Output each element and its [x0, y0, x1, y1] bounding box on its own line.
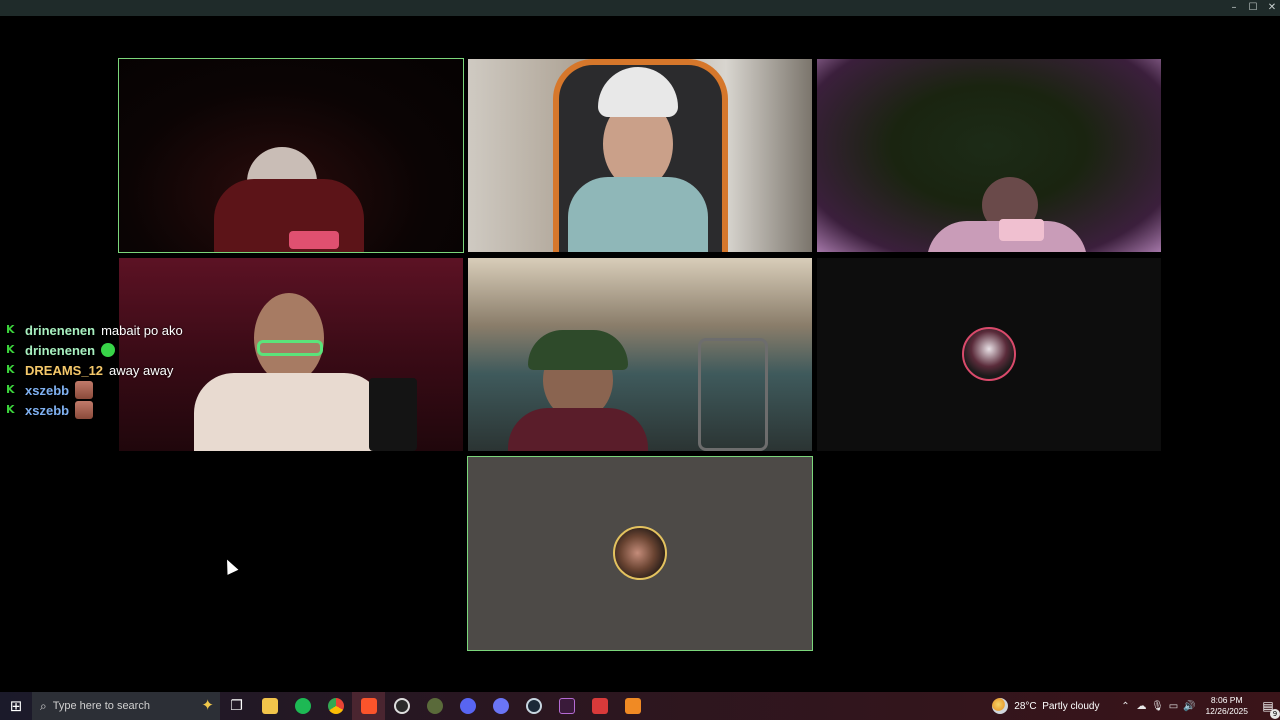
task-view-icon[interactable]: ❐	[220, 692, 253, 720]
vpn-icon[interactable]	[583, 692, 616, 720]
discord-icon[interactable]	[484, 692, 517, 720]
kick-badge-icon: K	[6, 323, 15, 336]
kick-badge-icon: K	[6, 403, 15, 416]
spotify-icon[interactable]	[286, 692, 319, 720]
avatar-tile[interactable]	[817, 258, 1161, 451]
kick-badge-icon: K	[6, 363, 15, 376]
notification-badge: 9	[1270, 709, 1280, 719]
weather-desc: Partly cloudy	[1042, 700, 1100, 712]
chat-message: K xszebb	[6, 380, 183, 400]
glasses	[257, 340, 323, 356]
file-explorer-icon[interactable]	[253, 692, 286, 720]
video-tile[interactable]	[118, 58, 464, 253]
steam-icon[interactable]	[517, 692, 550, 720]
chevron-up-icon[interactable]: ⌃	[1117, 701, 1133, 712]
close-icon[interactable]: ✕	[1262, 0, 1280, 16]
search-placeholder: Type here to search	[52, 700, 150, 712]
mic-arm	[698, 338, 768, 451]
chat-username[interactable]: drinenenen	[25, 323, 95, 338]
kick-badge-icon: K	[6, 383, 15, 396]
face-emote-icon	[75, 381, 94, 399]
microphone	[369, 378, 417, 451]
weather-widget[interactable]: 28°C Partly cloudy	[1014, 701, 1099, 712]
chat-message: K drinenenen	[6, 340, 183, 360]
participant-body	[508, 408, 648, 451]
kick-badge-icon: K	[6, 343, 15, 356]
chat-message: K DREAMS_12 away away	[6, 360, 183, 380]
weather-temp: 28°C	[1014, 700, 1037, 712]
app-icon[interactable]	[418, 692, 451, 720]
discord-ptb-icon[interactable]	[451, 692, 484, 720]
video-tile[interactable]	[468, 258, 812, 451]
search-icon: ⌕	[40, 698, 47, 713]
mouse-cursor-icon	[221, 557, 239, 575]
participant-body	[194, 373, 384, 451]
chat-overlay: K drinenenen mabait po ako K drinenenen …	[6, 320, 183, 420]
windows-start-icon[interactable]: ⊞	[0, 692, 32, 720]
chat-username[interactable]: DREAMS_12	[25, 363, 103, 378]
network-icon[interactable]: ▭	[1165, 701, 1181, 712]
system-tray: 28°C Partly cloudy ⌃ ☁ 🎙 ▭ 🔊 8:06 PM 12/…	[992, 692, 1280, 720]
video-tile[interactable]	[468, 59, 812, 252]
clock[interactable]: 8:06 PM 12/26/2025	[1205, 695, 1248, 717]
chat-text: away away	[109, 362, 174, 378]
participant-avatar	[613, 526, 667, 580]
microphone-icon[interactable]: 🎙	[1149, 701, 1165, 712]
participant-head	[254, 293, 324, 383]
sparkle-icon[interactable]: ✦	[201, 696, 214, 714]
chat-message: K xszebb	[6, 400, 183, 420]
pdf-icon[interactable]	[616, 692, 649, 720]
microphone	[289, 231, 339, 249]
participant-avatar	[962, 327, 1016, 381]
chat-message: K drinenenen mabait po ako	[6, 320, 183, 340]
taskbar: ⊞ ⌕ Type here to search ✦ ❐ 28°C Partly …	[0, 692, 1280, 720]
search-box[interactable]: ⌕ Type here to search ✦	[32, 692, 220, 720]
chat-username[interactable]: drinenenen	[25, 343, 95, 358]
clock-time: 8:06 PM	[1210, 695, 1243, 705]
video-tile[interactable]	[817, 59, 1161, 252]
green-emote-icon	[101, 343, 116, 357]
chrome-icon[interactable]	[319, 692, 352, 720]
brave-icon[interactable]	[352, 692, 385, 720]
chat-username[interactable]: xszebb	[25, 403, 69, 418]
editor-icon[interactable]	[550, 692, 583, 720]
face-emote-icon	[75, 401, 94, 419]
title-bar: – ☐ ✕	[0, 0, 1280, 16]
microphone	[999, 219, 1044, 241]
chat-username[interactable]: xszebb	[25, 383, 69, 398]
participant-cap	[528, 330, 628, 370]
chat-text: mabait po ako	[101, 322, 183, 338]
notification-icon[interactable]: ▤ 9	[1256, 699, 1280, 719]
volume-icon[interactable]: 🔊	[1181, 701, 1197, 712]
clock-date: 12/26/2025	[1205, 706, 1248, 716]
maximize-icon[interactable]: ☐	[1243, 0, 1263, 16]
obs-icon[interactable]	[385, 692, 418, 720]
avatar-tile[interactable]	[467, 456, 813, 651]
partly-cloudy-icon	[992, 698, 1009, 714]
participant-body	[568, 177, 708, 252]
cloud-icon[interactable]: ☁	[1133, 701, 1149, 712]
minimize-icon[interactable]: –	[1224, 0, 1244, 16]
